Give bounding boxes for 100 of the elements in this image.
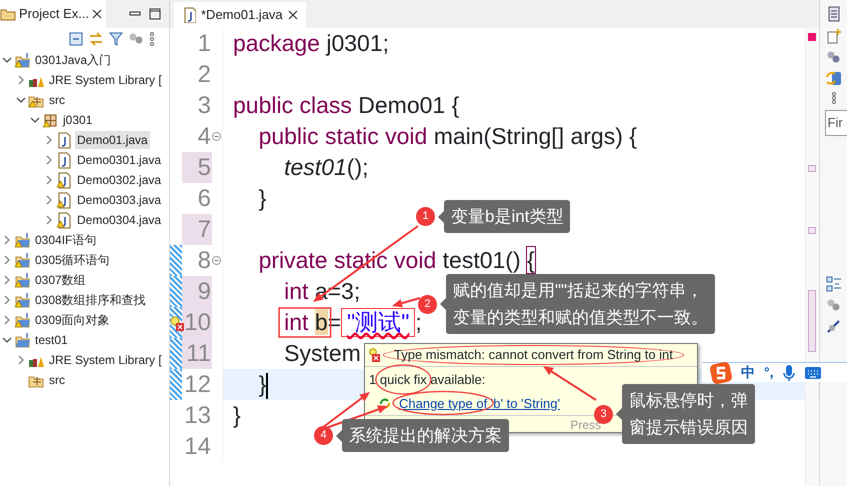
tree-item[interactable]: JRE System Library [ (47, 351, 164, 369)
link-arrows-icon[interactable] (88, 32, 104, 46)
tree-item[interactable]: src (47, 371, 67, 389)
line-number: 9 (182, 276, 212, 307)
fold-icon[interactable] (212, 256, 221, 265)
chevron-icon[interactable] (2, 235, 12, 245)
fold-icon[interactable] (212, 132, 221, 141)
line-number: 14 (183, 432, 212, 462)
menu-icon[interactable] (830, 92, 836, 104)
code-token: "测试" (347, 309, 410, 335)
line-number: 10 (182, 307, 212, 338)
outline-list-icon[interactable] (826, 276, 842, 292)
code-token: (); (346, 154, 368, 180)
chevron-icon[interactable] (16, 95, 26, 105)
gears-icon[interactable] (128, 32, 144, 46)
line-number: 11 (182, 338, 212, 369)
tree-item[interactable]: 0307数组 (33, 271, 88, 289)
problem-message: Type mismatch: cannot convert from String to int (394, 347, 673, 362)
filter-icon[interactable] (109, 32, 123, 46)
line-number: 13 (183, 401, 212, 431)
chevron-icon[interactable] (16, 355, 26, 365)
chevron-icon[interactable] (16, 75, 26, 85)
code-token: package (233, 30, 320, 56)
code-token: test01() (442, 247, 522, 273)
tree-item[interactable]: Demo0301.java (75, 151, 164, 169)
code-token: int (284, 278, 308, 304)
tree-item[interactable]: Demo0302.java (75, 171, 164, 189)
line-number: 8 (196, 246, 212, 276)
chevron-icon[interactable] (2, 55, 12, 65)
line-number: 4 (196, 122, 212, 152)
code-token: main(String[] args) { (434, 123, 637, 149)
chevron-icon[interactable] (30, 115, 40, 125)
editor-tab-title: *Demo01.java (201, 6, 283, 24)
keyboard-icon[interactable] (804, 366, 822, 380)
code-token: System (284, 340, 361, 366)
collapse-all-icon[interactable] (69, 32, 83, 46)
quick-fix-icon (379, 397, 391, 410)
close-icon[interactable] (92, 9, 102, 19)
line-number: 7 (182, 214, 212, 245)
tree-item[interactable]: 0301Java入门 (33, 51, 114, 69)
step-number: 1 (416, 207, 435, 226)
new-page-icon[interactable] (826, 28, 842, 44)
code-token: b (314, 309, 328, 335)
view-tab[interactable]: Project Ex... (0, 0, 106, 28)
chevron-icon[interactable] (2, 255, 12, 265)
callout-note: 变量b是int类型 (444, 200, 570, 233)
find-field[interactable]: Fir (824, 110, 847, 136)
tree-item[interactable]: 0309面向对象 (33, 311, 112, 329)
microphone-icon[interactable] (782, 364, 794, 382)
tree-item[interactable]: src (47, 91, 67, 109)
chevron-icon[interactable] (2, 275, 12, 285)
fix-count: 1 quick fix available: (369, 372, 486, 387)
callout-note: 鼠标悬停时，弹 窗提示错误原因 (622, 384, 755, 444)
tree-item[interactable]: 0308数组排序和查找 (33, 291, 148, 309)
maximize-icon[interactable] (149, 8, 161, 20)
tree-item[interactable]: 0304IF语句 (33, 231, 98, 249)
chevron-icon[interactable] (44, 175, 54, 185)
tree-item[interactable]: test01 (33, 331, 70, 349)
code-token: test01 (284, 154, 347, 180)
callout-note: 系统提出的解决方案 (342, 419, 509, 452)
tree-item[interactable]: JRE System Library [ (47, 71, 164, 89)
java-file-icon (56, 152, 73, 168)
step-number: 2 (418, 294, 437, 314)
chevron-icon[interactable] (44, 135, 54, 145)
menu-icon[interactable] (149, 32, 155, 46)
code-token: { (527, 247, 535, 273)
editor-tab[interactable]: *Demo01.java (174, 2, 306, 28)
error-icon (369, 348, 381, 362)
input-mode-toggle[interactable]: 中 (741, 362, 755, 383)
chevron-icon[interactable] (44, 215, 54, 225)
java-file-icon (182, 7, 196, 23)
error-indicator-icon (808, 33, 816, 41)
tree-item[interactable]: Demo01.java (75, 131, 150, 149)
tree-item[interactable]: Demo0303.java (75, 191, 164, 209)
chevron-icon[interactable] (44, 195, 54, 205)
java-file-icon (56, 132, 73, 148)
callout-note: 赋的值却是用""括起来的字符串， 变量的类型和赋的值类型不一致。 (446, 274, 715, 334)
code-token: int (284, 309, 310, 335)
tree-item[interactable]: 0305循环语句 (33, 251, 112, 269)
document-icon[interactable] (826, 6, 840, 22)
punctuation-toggle[interactable]: °, (764, 362, 774, 383)
view-title: Project Ex... (19, 5, 90, 24)
tree-item[interactable]: Demo0304.java (75, 211, 164, 229)
gears-icon[interactable] (826, 50, 842, 64)
chevron-icon[interactable] (2, 295, 12, 305)
chevron-icon[interactable] (44, 155, 54, 165)
chevron-icon[interactable] (2, 335, 12, 345)
code-token: } (258, 185, 266, 211)
line-number: 5 (182, 152, 212, 183)
close-icon[interactable] (288, 10, 298, 20)
code-token: j0301; (326, 30, 390, 56)
code-token: public static void (258, 123, 428, 149)
text-cursor (266, 372, 268, 399)
project-folder-icon (14, 332, 31, 348)
line-number: 3 (196, 91, 212, 121)
step-number: 4 (314, 426, 333, 445)
tree-item[interactable]: j0301 (61, 111, 94, 129)
gears-icon[interactable] (826, 298, 842, 312)
chevron-icon[interactable] (2, 315, 12, 325)
line-number: 2 (196, 60, 212, 90)
